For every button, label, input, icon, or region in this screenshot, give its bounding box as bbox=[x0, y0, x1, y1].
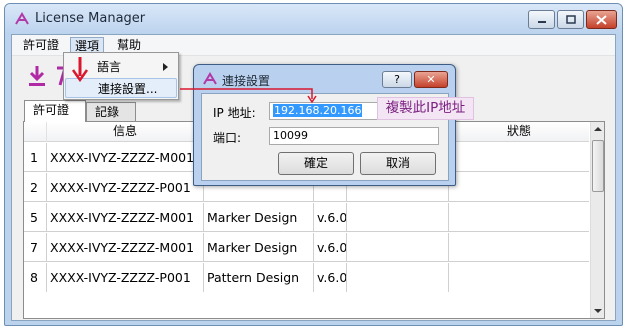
close-button[interactable] bbox=[586, 10, 617, 29]
row-info: XXXX-IVYZ-ZZZZ-P001 bbox=[47, 263, 204, 292]
cancel-button[interactable]: 取消 bbox=[360, 152, 436, 175]
dialog-close-button[interactable]: ✕ bbox=[414, 71, 448, 88]
scroll-thumb[interactable] bbox=[592, 140, 604, 192]
row-version: v.6.0 bbox=[314, 203, 347, 232]
row-number: 1 bbox=[24, 143, 47, 172]
tab-records[interactable]: 記錄 bbox=[86, 102, 136, 122]
row-info: XXXX-IVYZ-ZZZZ-P001 bbox=[47, 173, 204, 202]
row-number: 2 bbox=[24, 173, 47, 202]
menu-item-language-label: 語言 bbox=[97, 60, 122, 74]
row-info: XXXX-IVYZ-ZZZZ-M001 bbox=[47, 203, 204, 232]
row-product: Marker Design bbox=[204, 203, 314, 232]
row-number: 5 bbox=[24, 203, 47, 232]
row-product: Pattern Design bbox=[204, 263, 314, 292]
title-bar[interactable]: License Manager bbox=[5, 4, 622, 34]
ip-address-value: 192.168.20.166 bbox=[273, 104, 363, 117]
row-number: 7 bbox=[24, 233, 47, 262]
copy-ip-callout: 複製此IP地址 bbox=[377, 97, 474, 120]
connection-settings-dialog: 連接設置 ? ✕ IP 地址: 192.168.20.166 端口: 10099… bbox=[193, 64, 456, 186]
table-row[interactable]: 8 XXXX-IVYZ-ZZZZ-P001 Pattern Design v.6… bbox=[24, 263, 589, 292]
window-title: License Manager bbox=[35, 11, 146, 26]
table-row[interactable]: 5 XXXX-IVYZ-ZZZZ-M001 Marker Design v.6.… bbox=[24, 203, 589, 232]
column-header-status[interactable]: 狀態 bbox=[449, 122, 589, 142]
submenu-arrow-icon bbox=[163, 63, 168, 71]
column-header-info[interactable]: 信息 bbox=[47, 122, 204, 142]
port-label: 端口: bbox=[213, 131, 242, 145]
menu-item-connection-settings[interactable]: 連接設置... bbox=[65, 78, 177, 98]
minimize-button[interactable] bbox=[528, 10, 555, 29]
options-dropdown-menu: 語言 連接設置... bbox=[63, 52, 179, 100]
table-row[interactable]: 7 XXXX-IVYZ-ZZZZ-M001 Marker Design v.6.… bbox=[24, 233, 589, 262]
maximize-icon bbox=[565, 15, 576, 24]
vertical-scrollbar[interactable] bbox=[590, 122, 604, 318]
minimize-icon bbox=[537, 20, 546, 23]
row-extra bbox=[347, 203, 449, 232]
close-icon bbox=[596, 14, 607, 25]
row-product: Marker Design bbox=[204, 233, 314, 262]
dialog-app-icon bbox=[203, 72, 217, 85]
row-extra bbox=[347, 233, 449, 262]
row-version: v.6.0 bbox=[314, 263, 347, 292]
download-icon[interactable] bbox=[26, 65, 48, 87]
dialog-title: 連接設置 bbox=[222, 74, 271, 88]
menu-item-language[interactable]: 語言 bbox=[65, 57, 177, 77]
row-version: v.6.0 bbox=[314, 233, 347, 262]
tab-license[interactable]: 許可證 bbox=[24, 100, 86, 122]
row-info: XXXX-IVYZ-ZZZZ-M001 bbox=[47, 233, 204, 262]
row-info: XXXX-IVYZ-ZZZZ-M001 bbox=[47, 143, 204, 172]
column-header-number[interactable] bbox=[24, 122, 47, 142]
menu-license[interactable]: 許可證 bbox=[19, 37, 63, 55]
row-extra bbox=[347, 263, 449, 292]
ip-address-label: IP 地址: bbox=[213, 106, 256, 120]
help-button[interactable]: ? bbox=[382, 71, 412, 88]
scroll-up-icon[interactable] bbox=[594, 126, 602, 132]
app-icon bbox=[15, 12, 29, 25]
maximize-button[interactable] bbox=[557, 10, 584, 29]
ok-button[interactable]: 確定 bbox=[278, 152, 354, 175]
scroll-down-icon[interactable] bbox=[594, 308, 602, 314]
port-field[interactable]: 10099 bbox=[269, 127, 439, 145]
row-number: 8 bbox=[24, 263, 47, 292]
